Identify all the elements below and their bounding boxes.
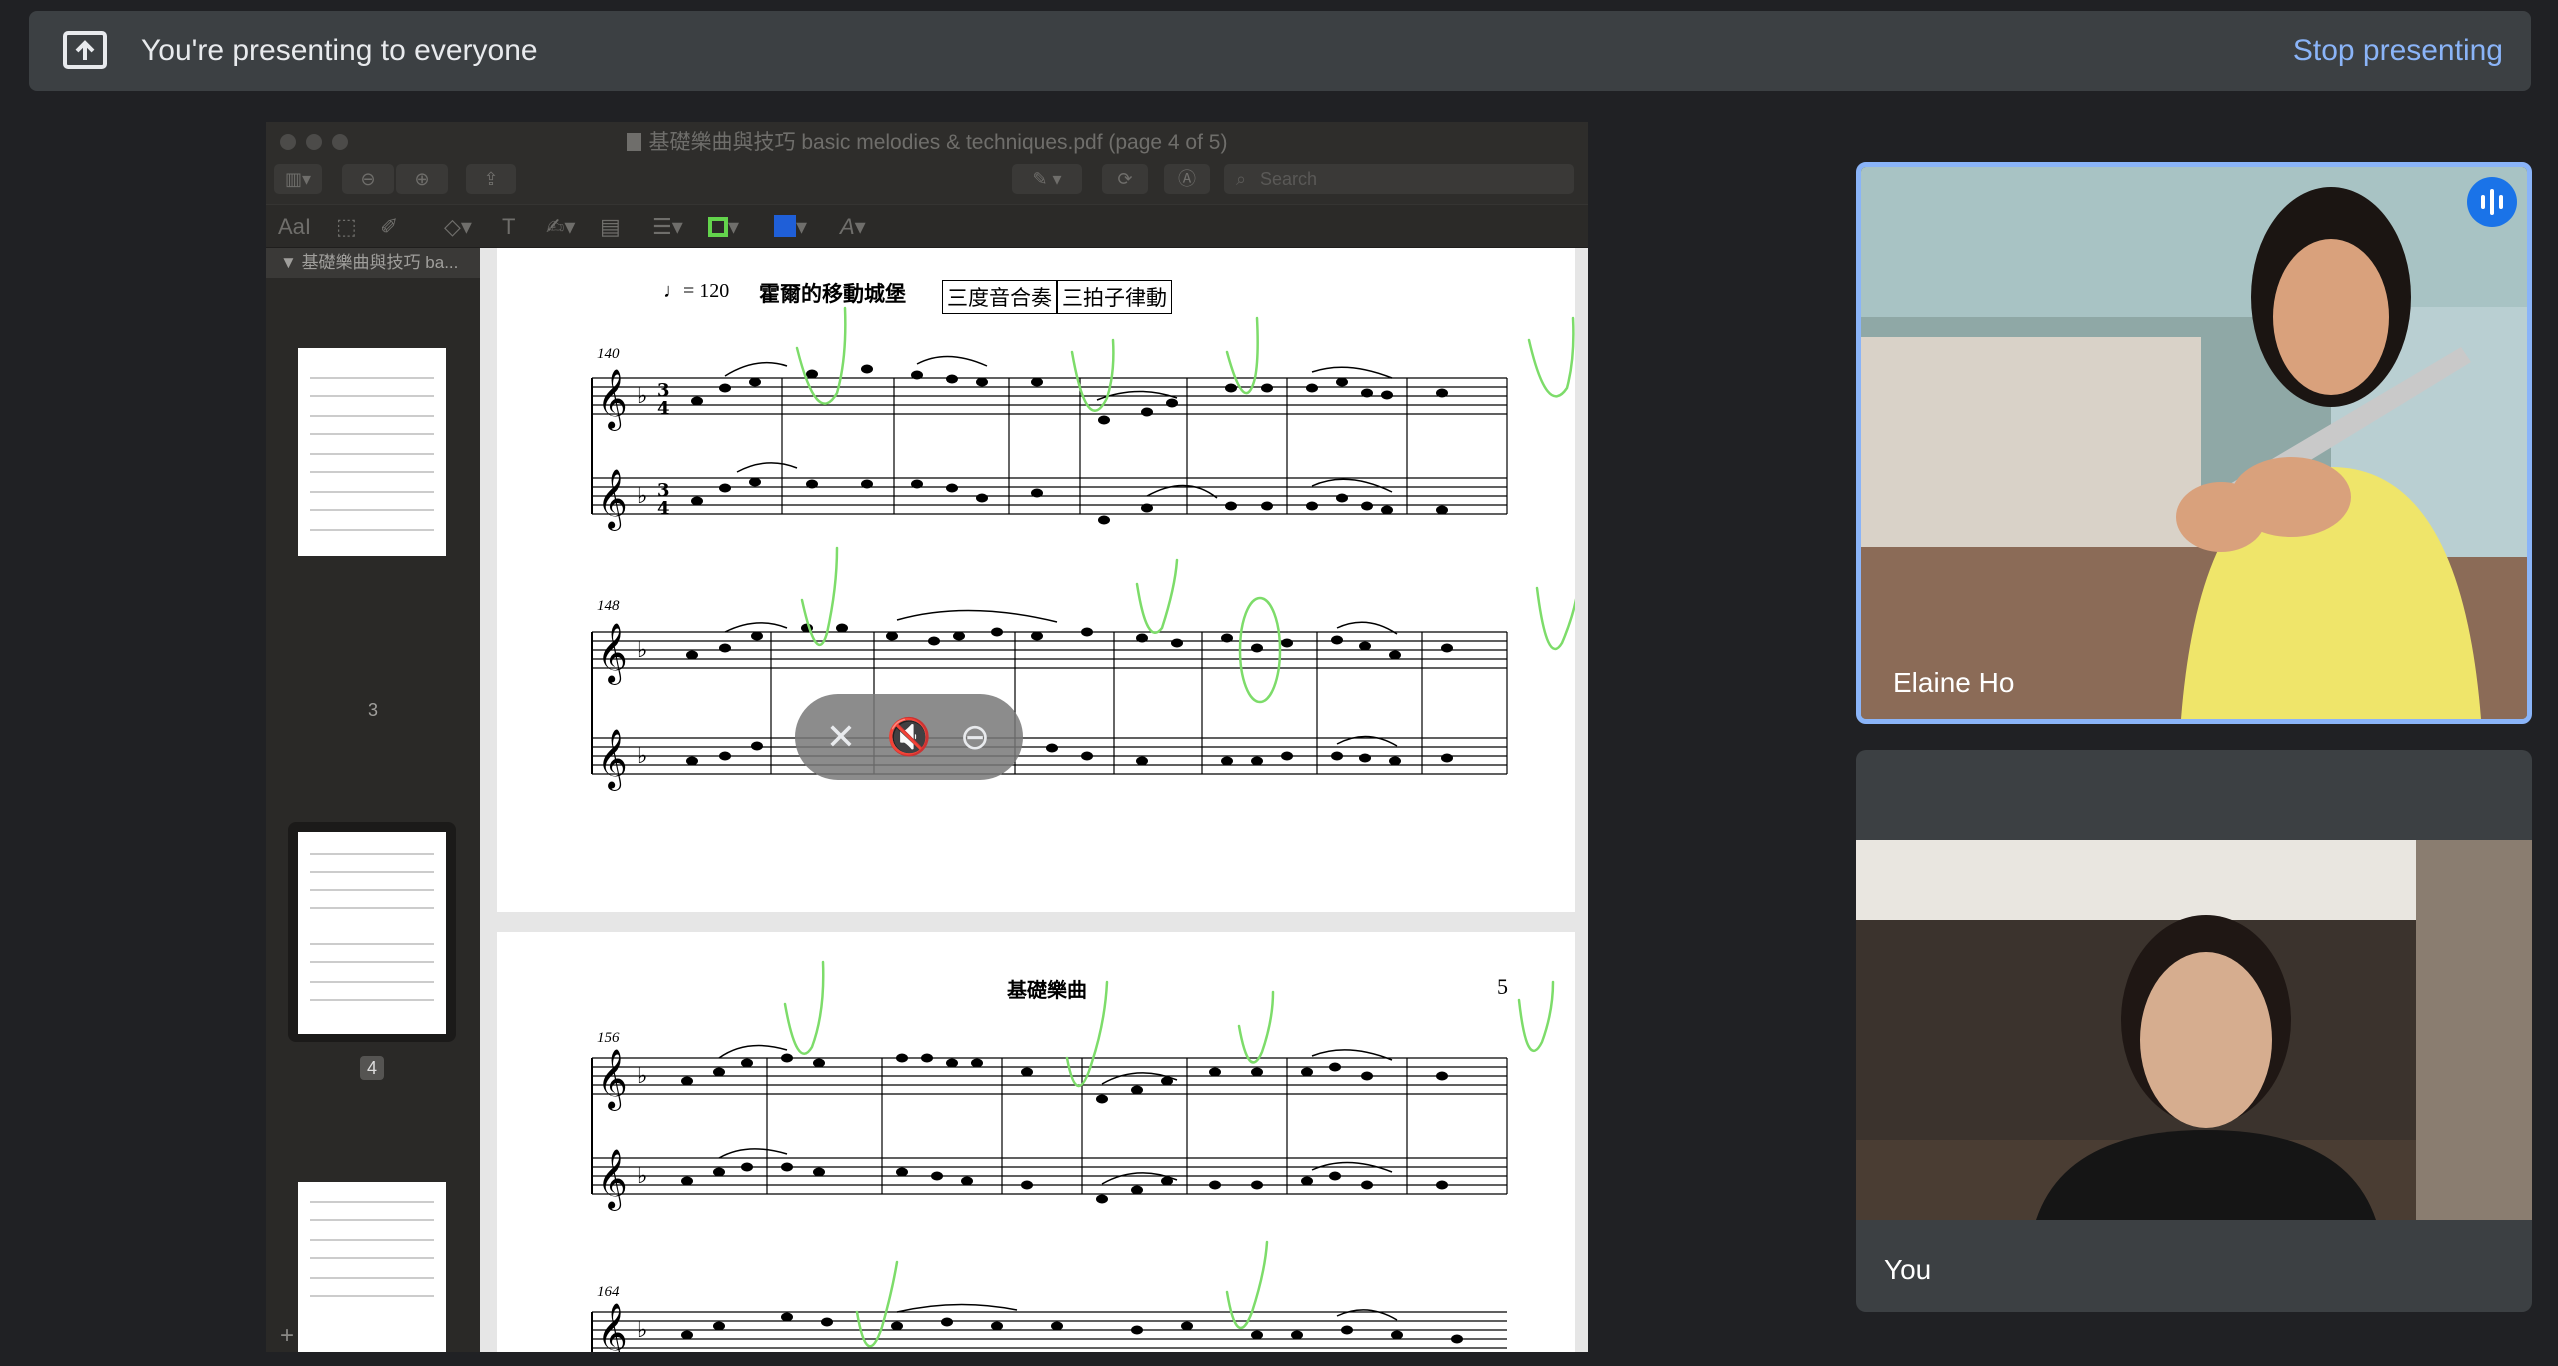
border-color-icon[interactable]: ▾: [708, 213, 739, 241]
svg-text:𝄞: 𝄞: [597, 623, 628, 685]
svg-text:𝄞: 𝄞: [597, 729, 628, 791]
pdf-page-4: ♩= 120 霍爾的移動城堡 三度音合奏 三拍子律動 140 148 𝄞 𝄞 𝄞…: [497, 248, 1575, 912]
participant-video-you: [1856, 840, 2532, 1220]
share-button[interactable]: ⇪: [466, 164, 516, 194]
markup-toolbar: AaI ⬚ ✐ ◇▾ T ✍▾ ▤ ☰▾ ▾ ▾ A▾: [266, 204, 1588, 248]
presenting-banner: You're presenting to everyone Stop prese…: [29, 11, 2531, 91]
window-titlebar: 基礎樂曲與技巧 basic melodies & techniques.pdf …: [266, 122, 1588, 156]
window-title-text: 基礎樂曲與技巧 basic melodies & techniques.pdf …: [648, 131, 1228, 154]
markup-pen-button[interactable]: ✎ ▾: [1012, 164, 1082, 194]
sidebar-title-text: 基礎樂曲與技巧 ba...: [301, 253, 459, 272]
document-view: ♩= 120 霍爾的移動城堡 三度音合奏 三拍子律動 140 148 𝄞 𝄞 𝄞…: [480, 248, 1588, 1352]
rotate-button[interactable]: ⟳: [1102, 164, 1148, 194]
text-selection-icon[interactable]: AaI: [278, 213, 311, 241]
thumbnail-sidebar: ▼ 基礎樂曲與技巧 ba... 3 4 +: [266, 248, 480, 1352]
presentation-overlay-controls: ✕ 🔇 ⊖: [795, 694, 1023, 780]
thumbnail-label-3: 3: [367, 700, 378, 720]
svg-text:♭: ♭: [637, 1164, 647, 1189]
text-box-icon[interactable]: T: [502, 213, 515, 241]
search-field[interactable]: ⌕ Search: [1224, 164, 1574, 194]
sketch-icon[interactable]: ✐: [380, 213, 398, 241]
svg-text:𝄞: 𝄞: [597, 1049, 628, 1111]
svg-text:4: 4: [657, 498, 670, 519]
svg-text:♭: ♭: [637, 1064, 647, 1089]
music-score-page4: 𝄞𝄞 𝄞𝄞 ♭♭ ♭♭ 34 34: [591, 306, 1575, 791]
stop-presenting-button[interactable]: Stop presenting: [2293, 31, 2503, 71]
sidebar-document-title[interactable]: ▼ 基礎樂曲與技巧 ba...: [266, 248, 480, 278]
present-to-all-icon: [63, 31, 107, 69]
main-toolbar: ▥▾ ⊖ ⊕ ⇪ ✎ ▾ ⟳ Ⓐ ⌕ Search: [266, 156, 1588, 204]
thumbnail-music-lines: [310, 1201, 434, 1297]
svg-text:𝄞: 𝄞: [597, 1149, 628, 1211]
participant-tile-elaine[interactable]: Elaine Ho: [1856, 162, 2532, 724]
svg-text:♭: ♭: [637, 384, 647, 409]
sign-icon[interactable]: ✍▾: [546, 213, 575, 241]
speaking-indicator-icon: [2467, 177, 2517, 227]
page-thumbnail-3[interactable]: [298, 348, 446, 556]
remove-icon[interactable]: ⊖: [951, 712, 999, 762]
pdf-file-icon: [626, 133, 641, 151]
thumbnail-music-lines: [310, 377, 434, 531]
svg-text:♭: ♭: [637, 638, 647, 663]
shapes-icon[interactable]: ◇▾: [444, 213, 472, 241]
markup-toolbar-button[interactable]: Ⓐ: [1164, 164, 1210, 194]
note-icon[interactable]: ▤: [600, 213, 621, 241]
line-style-icon[interactable]: ☰▾: [652, 213, 683, 241]
add-page-icon[interactable]: +: [280, 1322, 294, 1350]
svg-text:4: 4: [657, 398, 670, 419]
svg-text:♭: ♭: [637, 744, 647, 769]
search-placeholder: Search: [1260, 169, 1318, 189]
thumbnail-music-lines: [310, 853, 434, 1001]
search-icon: ⌕: [1236, 169, 1247, 189]
zoom-in-button[interactable]: ⊕: [396, 164, 448, 194]
presenting-message: You're presenting to everyone: [141, 34, 538, 67]
page-thumbnail-4[interactable]: [298, 832, 446, 1034]
participant-name-you: You: [1884, 1254, 1932, 1285]
svg-text:𝄞: 𝄞: [597, 469, 628, 531]
thumbnail-label-4: 4: [360, 1056, 384, 1080]
svg-text:𝄞: 𝄞: [597, 1303, 628, 1352]
music-score-page5: 𝄞 𝄞 𝄞 ♭ ♭ ♭: [591, 960, 1555, 1352]
text-style-icon[interactable]: A▾: [840, 213, 866, 241]
zoom-out-button[interactable]: ⊖: [342, 164, 394, 194]
sidebar-toggle-button[interactable]: ▥▾: [274, 164, 322, 194]
window-title: 基礎樂曲與技巧 basic melodies & techniques.pdf …: [266, 126, 1588, 156]
rect-selection-icon[interactable]: ⬚: [336, 213, 357, 241]
svg-text:♭: ♭: [637, 1318, 647, 1343]
fill-color-icon[interactable]: ▾: [774, 213, 807, 241]
shared-preview-window: 基礎樂曲與技巧 basic melodies & techniques.pdf …: [266, 122, 1588, 1352]
mute-sound-icon[interactable]: 🔇: [885, 712, 933, 762]
participant-video-elaine: [1861, 167, 2527, 719]
pdf-page-5: 基礎樂曲 5 156 164 𝄞 𝄞 𝄞 ♭ ♭ ♭: [497, 932, 1575, 1352]
participant-tile-you[interactable]: You: [1856, 750, 2532, 1312]
svg-text:♭: ♭: [637, 484, 647, 509]
unpin-icon[interactable]: ✕: [817, 712, 865, 762]
svg-text:𝄞: 𝄞: [597, 369, 628, 431]
participant-name-elaine: Elaine Ho: [1893, 667, 2015, 698]
page-thumbnail-5[interactable]: [298, 1182, 446, 1352]
